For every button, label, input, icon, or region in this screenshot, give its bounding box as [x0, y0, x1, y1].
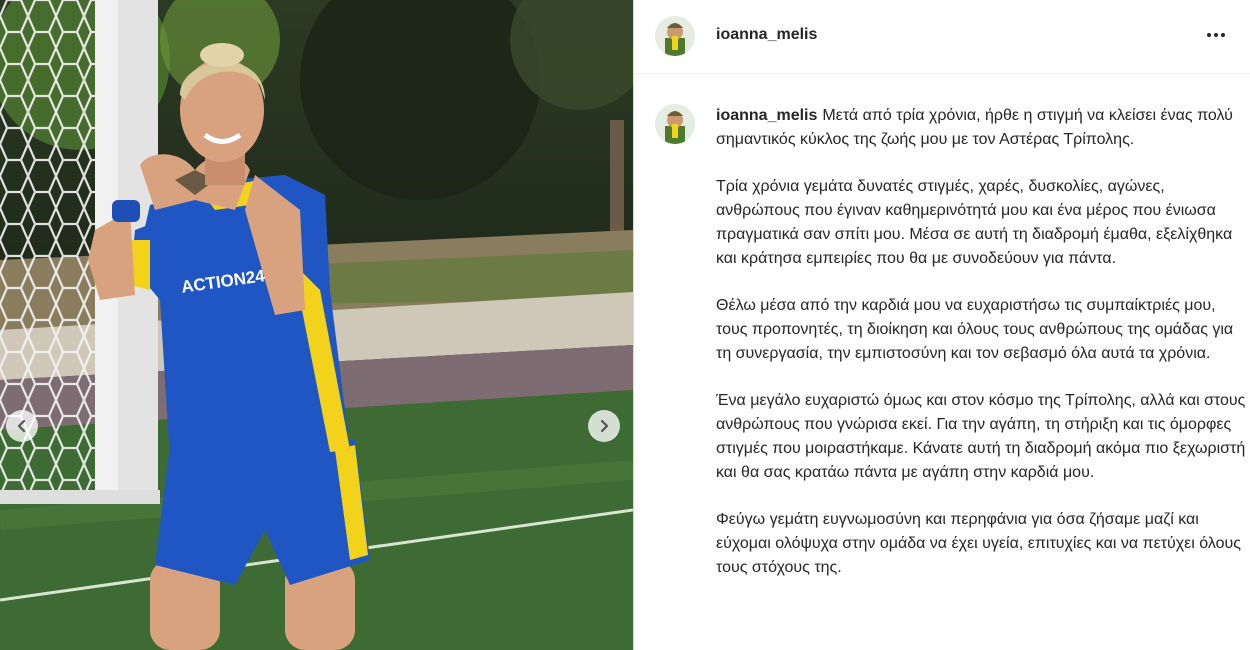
post-details-panel: ioanna_melis ioanna_melis Μετά από τρία χ… [634, 0, 1250, 650]
next-photo-button[interactable] [588, 410, 620, 442]
post-image[interactable]: ACTION24 [0, 0, 633, 650]
caption-paragraph: ioanna_melis Μετά από τρία χρόνια, ήρθε η… [716, 107, 1233, 148]
more-horizontal-icon [1207, 33, 1211, 37]
caption-paragraph: Φεύγω γεμάτη ευγνωμοσύνη και περηφάνια γ… [716, 511, 1242, 576]
chevron-right-icon [600, 419, 609, 433]
previous-photo-button[interactable] [6, 410, 38, 442]
caption-username[interactable]: ioanna_melis [716, 107, 817, 124]
caption-paragraph: Τρία χρόνια γεμάτα δυνατές στιγμές, χαρέ… [716, 178, 1233, 267]
avatar-image [655, 104, 695, 144]
caption-text: ioanna_melis Μετά από τρία χρόνια, ήρθε η… [716, 104, 1246, 603]
chevron-left-icon [17, 419, 26, 433]
caption-paragraph: Θέλω μέσα από την καρδιά μου να ευχαριστ… [716, 297, 1234, 362]
avatar-image [655, 16, 695, 56]
caption-paragraph: Ένα μεγάλο ευχαριστώ όμως και στον κόσμο… [716, 392, 1246, 481]
avatar[interactable] [655, 16, 695, 56]
photo-football-player [0, 0, 633, 650]
header-username[interactable]: ioanna_melis [716, 26, 817, 44]
post-header: ioanna_melis [634, 0, 1250, 74]
caption-avatar[interactable] [655, 104, 695, 144]
more-options-button[interactable] [1202, 25, 1230, 45]
